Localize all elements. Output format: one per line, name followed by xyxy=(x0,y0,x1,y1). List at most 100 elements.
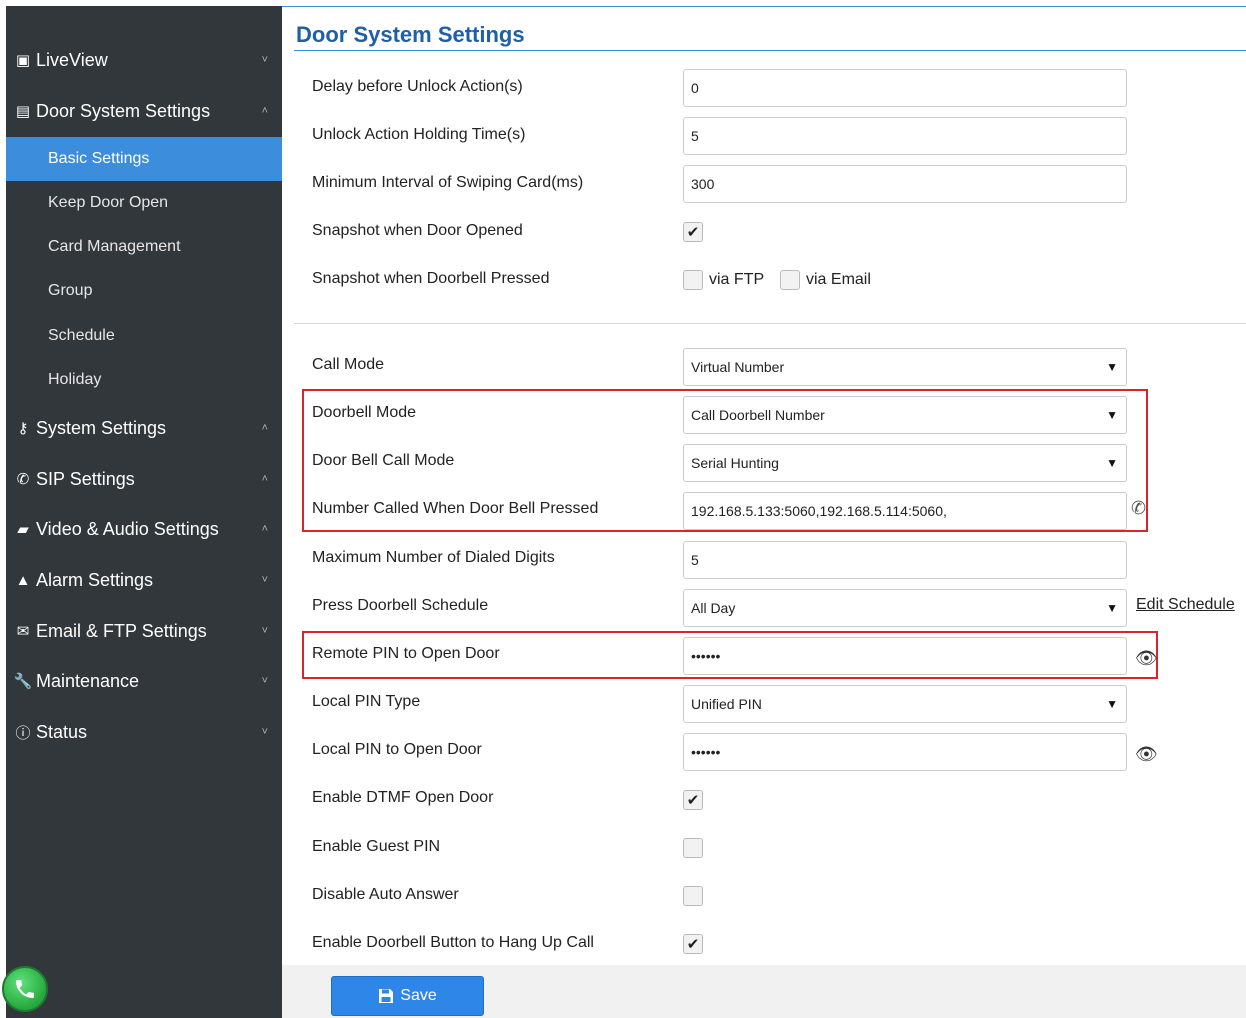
call-mode-select[interactable]: Virtual Number ▼ xyxy=(683,348,1127,386)
sidebar-item-basic-settings[interactable]: Basic Settings xyxy=(6,137,282,181)
holding-time-input[interactable] xyxy=(683,117,1127,155)
sidebar-item-group[interactable]: Group xyxy=(6,269,282,313)
snapshot-door-opened-checkbox[interactable]: ✔ xyxy=(683,222,703,242)
dtmf-open-door-label: Enable DTMF Open Door xyxy=(312,789,494,806)
edit-schedule-link[interactable]: Edit Schedule xyxy=(1136,596,1235,614)
call-phone-icon[interactable] xyxy=(2,966,48,1012)
nav-label: SIP Settings xyxy=(36,468,135,489)
swipe-interval-input[interactable] xyxy=(683,165,1127,203)
delay-input[interactable] xyxy=(683,69,1127,107)
local-pin-type-select[interactable]: Unified PIN ▼ xyxy=(683,685,1127,723)
phone-icon[interactable]: ✆ xyxy=(1131,498,1146,519)
info-icon: ⓘ xyxy=(15,724,31,742)
nav-label: LiveView xyxy=(36,49,108,70)
section-divider xyxy=(294,323,1246,324)
wrench-icon: 🔧 xyxy=(13,673,33,690)
title-divider xyxy=(294,50,1246,51)
local-pin-label: Local PIN to Open Door xyxy=(312,741,482,758)
guest-pin-label: Enable Guest PIN xyxy=(312,838,441,855)
remote-pin-input[interactable]: •••••• xyxy=(683,637,1127,675)
nav-sip-settings[interactable]: ✆ SIP Settings ˄ xyxy=(6,455,282,503)
bell-call-mode-select[interactable]: Serial Hunting ▼ xyxy=(683,444,1127,482)
hangup-call-label: Enable Doorbell Button to Hang Up Call xyxy=(312,934,594,951)
sidebar-item-card-management[interactable]: Card Management xyxy=(6,225,282,269)
bell-icon: ▲ xyxy=(15,571,31,589)
nav-label: Alarm Settings xyxy=(36,569,154,590)
sidebar-item-keep-door-open[interactable]: Keep Door Open xyxy=(6,181,282,225)
page-title: Door System Settings xyxy=(296,22,525,47)
sidebar-item-schedule[interactable]: Schedule xyxy=(6,314,282,358)
nav-label: Video & Audio Settings xyxy=(36,518,219,539)
dropdown-arrow-icon: ▼ xyxy=(1106,360,1118,374)
doorbell-schedule-select[interactable]: All Day ▼ xyxy=(683,589,1127,627)
delay-label: Delay before Unlock Action(s) xyxy=(312,78,523,95)
select-value: Virtual Number xyxy=(691,359,785,375)
dropdown-arrow-icon: ▼ xyxy=(1106,408,1118,422)
local-pin-input[interactable]: •••••• xyxy=(683,733,1127,771)
max-digits-label: Maximum Number of Dialed Digits xyxy=(312,549,555,566)
via-ftp-checkbox[interactable] xyxy=(683,270,703,290)
bell-call-mode-label: Door Bell Call Mode xyxy=(312,452,455,469)
doorbell-mode-select[interactable]: Call Doorbell Number ▼ xyxy=(683,396,1127,434)
doorbell-mode-label: Doorbell Mode xyxy=(312,404,417,421)
sidebar-item-holiday[interactable]: Holiday xyxy=(6,358,282,402)
nav-label: Email & FTP Settings xyxy=(36,620,207,641)
phone-icon: ✆ xyxy=(16,471,30,488)
chevron-down-icon: ˅ xyxy=(261,726,268,738)
chevron-down-icon: ˅ xyxy=(261,574,268,586)
auto-answer-checkbox[interactable] xyxy=(683,886,703,906)
guest-pin-checkbox[interactable] xyxy=(683,838,703,858)
floppy-disk-icon xyxy=(379,989,394,1003)
nav-video-audio-settings[interactable]: ▰ Video & Audio Settings ˄ xyxy=(6,505,282,553)
eye-icon[interactable]: 👁 xyxy=(1135,744,1158,765)
nav-door-system-settings[interactable]: ▤ Door System Settings ˄ xyxy=(6,87,282,135)
number-called-label: Number Called When Door Bell Pressed xyxy=(312,500,599,517)
chevron-up-icon: ˄ xyxy=(261,473,268,485)
email-icon: ✉ xyxy=(16,623,30,640)
save-label: Save xyxy=(400,987,437,1004)
select-value: Call Doorbell Number xyxy=(691,407,825,423)
chevron-down-icon: ˅ xyxy=(261,625,268,637)
chevron-up-icon: ˄ xyxy=(261,422,268,434)
chevron-up-icon: ˄ xyxy=(261,523,268,535)
select-value: Unified PIN xyxy=(691,696,762,712)
dropdown-arrow-icon: ▼ xyxy=(1106,456,1118,470)
hangup-call-checkbox[interactable]: ✔ xyxy=(683,934,703,954)
chevron-down-icon: ˅ xyxy=(261,675,268,687)
snapshot-doorbell-label: Snapshot when Doorbell Pressed xyxy=(312,270,550,287)
select-value: All Day xyxy=(691,600,736,616)
eye-icon[interactable]: 👁 xyxy=(1135,648,1158,669)
nav-system-settings[interactable]: ⚷ System Settings ˄ xyxy=(6,404,282,452)
door-card-icon: ▤ xyxy=(15,103,31,120)
nav-alarm-settings[interactable]: ▲ Alarm Settings ˅ xyxy=(6,556,282,604)
nav-label: Door System Settings xyxy=(36,100,211,121)
remote-pin-label: Remote PIN to Open Door xyxy=(312,645,500,662)
chevron-down-icon: ˅ xyxy=(261,54,268,66)
sidebar: ▣ LiveView ˅ ▤ Door System Settings ˄ Ba… xyxy=(6,6,282,1018)
nav-label: Maintenance xyxy=(36,670,140,691)
nav-label: Status xyxy=(36,721,88,742)
local-pin-type-label: Local PIN Type xyxy=(312,693,421,710)
save-button[interactable]: Save xyxy=(331,976,484,1016)
video-icon: ▣ xyxy=(15,52,31,69)
key-icon: ⚷ xyxy=(17,420,29,437)
nav-status[interactable]: ⓘ Status ˅ xyxy=(6,708,282,756)
nav-liveview[interactable]: ▣ LiveView ˅ xyxy=(6,36,282,84)
nav-email-ftp-settings[interactable]: ✉ Email & FTP Settings ˅ xyxy=(6,607,282,655)
dropdown-arrow-icon: ▼ xyxy=(1106,601,1118,615)
snapshot-door-opened-label: Snapshot when Door Opened xyxy=(312,222,523,239)
doorbell-schedule-label: Press Doorbell Schedule xyxy=(312,597,489,614)
auto-answer-label: Disable Auto Answer xyxy=(312,886,459,903)
call-mode-label: Call Mode xyxy=(312,356,385,373)
nav-maintenance[interactable]: 🔧 Maintenance ˅ xyxy=(6,657,282,705)
number-called-input[interactable] xyxy=(683,492,1127,530)
holding-time-label: Unlock Action Holding Time(s) xyxy=(312,126,526,143)
camera-icon: ▰ xyxy=(17,521,29,538)
dropdown-arrow-icon: ▼ xyxy=(1106,697,1118,711)
top-border xyxy=(282,6,1246,7)
chevron-up-icon: ˄ xyxy=(261,105,268,117)
max-digits-input[interactable] xyxy=(683,541,1127,579)
via-ftp-label: via FTP xyxy=(709,271,765,288)
dtmf-open-door-checkbox[interactable]: ✔ xyxy=(683,790,703,810)
via-email-checkbox[interactable] xyxy=(780,270,800,290)
